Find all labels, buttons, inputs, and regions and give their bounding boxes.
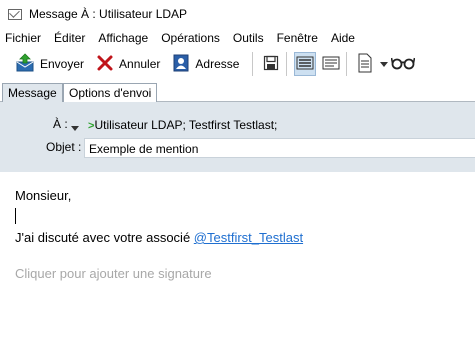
cancel-x-icon: [96, 54, 114, 75]
to-field[interactable]: >Utilisateur LDAP; Testfirst Testlast;: [84, 115, 475, 135]
toolbar-separator: [252, 52, 254, 76]
send-button[interactable]: Envoyer: [12, 51, 87, 77]
rich-text-format-icon: [296, 56, 314, 73]
text-caret: [15, 208, 16, 224]
toolbar-separator: [346, 52, 348, 76]
toolbar-separator: [286, 52, 288, 76]
send-label: Envoyer: [40, 57, 85, 71]
send-icon: [15, 52, 35, 76]
body-text: J'ai discuté avec votre associé: [15, 230, 194, 245]
menu-fichier[interactable]: Fichier: [5, 31, 41, 45]
body-line: J'ai discuté avec votre associé @Testfir…: [15, 230, 303, 245]
tab-message[interactable]: Message: [2, 83, 63, 102]
mention-link[interactable]: @Testfirst_Testlast: [194, 230, 303, 245]
tab-bar: Message Options d'envoi: [0, 82, 475, 102]
menu-affichage[interactable]: Affichage: [98, 31, 148, 45]
envelope-icon: [8, 8, 22, 20]
cancel-button[interactable]: Annuler: [93, 51, 163, 77]
subject-field[interactable]: Exemple de mention: [84, 138, 475, 158]
to-label: À :: [53, 117, 68, 131]
address-label: Adresse: [195, 57, 240, 71]
header-pane: À : >Utilisateur LDAP; Testfirst Testlas…: [0, 102, 475, 172]
tab-send-options[interactable]: Options d'envoi: [63, 83, 158, 102]
body-greeting: Monsieur,: [15, 188, 72, 203]
menu-bar: Fichier Éditer Affichage Opérations Outi…: [0, 29, 475, 47]
toolbar: Envoyer Annuler Adresse: [0, 48, 475, 80]
window-title: Message À : Utilisateur LDAP: [29, 7, 188, 21]
title-bar: Message À : Utilisateur LDAP: [0, 0, 475, 28]
menu-operations[interactable]: Opérations: [161, 31, 220, 45]
menu-editer[interactable]: Éditer: [54, 31, 85, 45]
plain-text-format-icon: [322, 56, 340, 73]
menu-fenetre[interactable]: Fenêtre: [277, 31, 318, 45]
signature-placeholder[interactable]: Cliquer pour ajouter une signature: [15, 266, 212, 281]
plain-text-button[interactable]: [320, 52, 342, 76]
glasses-icon: [391, 56, 416, 73]
document-icon: [357, 53, 373, 76]
format-toggle-button[interactable]: [294, 52, 317, 76]
menu-outils[interactable]: Outils: [233, 31, 264, 45]
recipient-type-dropdown[interactable]: [71, 121, 79, 135]
subject-label: Objet :: [46, 140, 82, 154]
save-button[interactable]: [260, 52, 282, 76]
document-options-button[interactable]: [354, 52, 376, 76]
to-value: Utilisateur LDAP; Testfirst Testlast;: [94, 118, 278, 132]
address-book-icon: [172, 54, 190, 75]
dropdown-arrow-icon[interactable]: [380, 57, 389, 71]
cancel-label: Annuler: [119, 57, 161, 71]
floppy-disk-icon: [263, 55, 279, 74]
menu-aide[interactable]: Aide: [331, 31, 355, 45]
address-button[interactable]: Adresse: [169, 51, 242, 77]
preview-button[interactable]: [391, 52, 416, 76]
